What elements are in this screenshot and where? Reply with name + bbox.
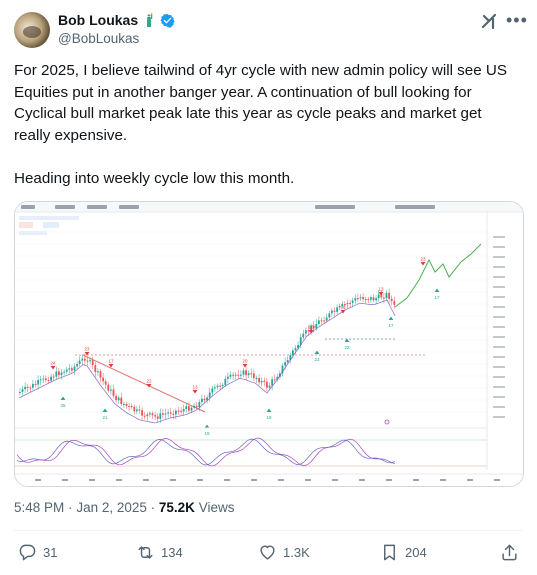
chart-cycle-label: 23 [314, 357, 320, 362]
chart-image-graphic: 24 25 23 21 17 22 13 19 20 18 15 23 16 22 13 17 23 17 [15, 202, 523, 486]
grok-icon[interactable] [480, 12, 498, 30]
meta-separator: · [150, 500, 156, 515]
bookmark-icon [384, 544, 395, 561]
meta-separator: · [68, 500, 73, 515]
share-button[interactable] [500, 543, 519, 562]
chart-cycle-label: 24 [50, 361, 56, 366]
statue-of-liberty-icon [142, 13, 156, 27]
chart-cycle-label: 25 [60, 403, 66, 408]
repost-count: 134 [161, 545, 183, 560]
bookmark-count: 204 [405, 545, 427, 560]
tweet-date[interactable]: Jan 2, 2025 [76, 500, 147, 515]
chart-cycle-label: 13 [378, 287, 384, 292]
tweet-media-chart-image[interactable]: 24 25 23 21 17 22 13 19 20 18 15 23 16 22 13 17 23 17 [14, 201, 524, 487]
chart-cycle-label: 23 [420, 257, 426, 262]
more-options-icon[interactable]: ••• [506, 10, 528, 31]
like-button[interactable]: 1.3K [258, 543, 310, 562]
chart-cycle-label: 17 [108, 359, 114, 364]
views-label: Views [198, 500, 235, 515]
author-name-row: Bob Loukas [58, 12, 175, 28]
tweet-time[interactable]: 5:48 PM [14, 500, 64, 515]
like-count: 1.3K [283, 545, 310, 560]
bookmark-button[interactable]: 204 [380, 543, 427, 562]
chart-cycle-label: 13 [192, 385, 198, 390]
tweet-actions: 31 134 1.3K 204 [14, 543, 522, 565]
chart-cycle-label: 21 [102, 415, 108, 420]
chart-cycle-label: 17 [388, 323, 394, 328]
reply-button[interactable]: 31 [18, 543, 57, 562]
reply-count: 31 [43, 545, 58, 560]
share-icon [502, 544, 517, 561]
chart-cycle-label: 17 [434, 295, 440, 300]
tweet-avatar[interactable] [14, 12, 50, 48]
chart-cycle-label: 16 [340, 305, 346, 310]
author-name[interactable]: Bob Loukas [58, 12, 138, 28]
divider [14, 530, 522, 531]
chart-cycle-label: 22 [146, 379, 152, 384]
chart-cycle-label: 15 [308, 325, 314, 330]
repost-button[interactable]: 134 [136, 543, 183, 562]
chart-cycle-label: 23 [84, 347, 90, 352]
heart-icon [260, 545, 275, 560]
verified-badge-icon [160, 13, 175, 28]
tweet-text: For 2025, I believe tailwind of 4yr cycl… [14, 62, 507, 187]
tweet-meta: 5:48 PM · Jan 2, 2025 · 75.2K Views [14, 500, 234, 515]
chart-cycle-label: 19 [204, 431, 210, 436]
author-handle[interactable]: @BobLoukas [58, 31, 139, 46]
chart-cycle-label: 18 [266, 415, 272, 420]
chart-cycle-label: 20 [242, 359, 248, 364]
reply-icon [19, 544, 36, 561]
chart-cycle-label: 22 [344, 345, 350, 350]
repost-icon [138, 546, 153, 559]
views-count: 75.2K [158, 500, 195, 515]
